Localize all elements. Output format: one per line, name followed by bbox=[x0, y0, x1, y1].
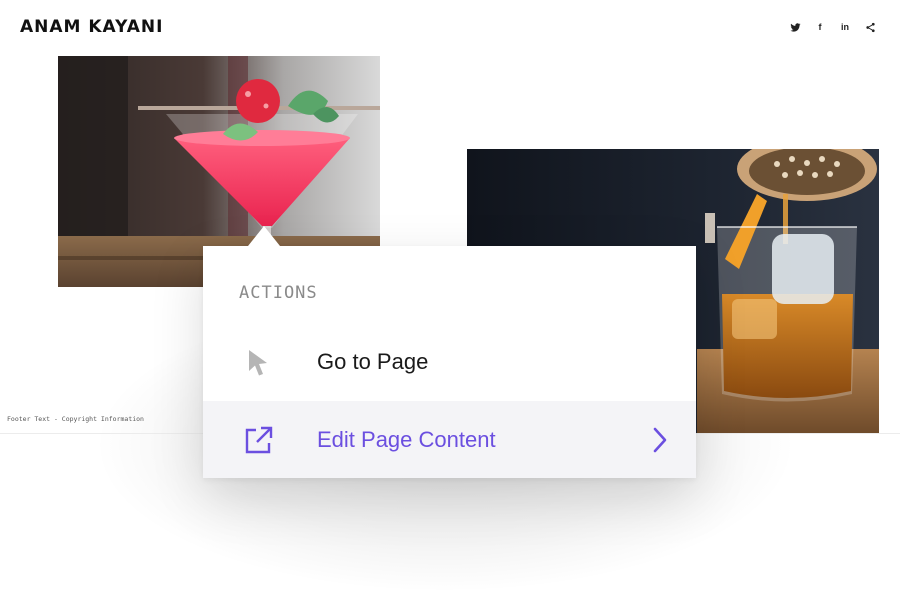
external-link-icon bbox=[245, 426, 273, 454]
share-icon[interactable] bbox=[864, 21, 876, 33]
popover-caret bbox=[248, 226, 280, 246]
facebook-icon[interactable]: f bbox=[814, 21, 826, 33]
chevron-right-icon bbox=[653, 427, 667, 453]
twitter-icon[interactable] bbox=[789, 21, 801, 33]
cursor-arrow-icon bbox=[249, 350, 267, 376]
edit-page-content-action[interactable]: Edit Page Content bbox=[203, 401, 696, 478]
linkedin-icon[interactable]: in bbox=[839, 21, 851, 33]
footer-text: Footer Text - Copyright Information bbox=[7, 415, 144, 423]
go-to-page-label: Go to Page bbox=[317, 349, 429, 374]
go-to-page-action[interactable]: Go to Page bbox=[203, 323, 696, 400]
social-links: f in bbox=[789, 21, 876, 33]
edit-page-content-label: Edit Page Content bbox=[317, 427, 496, 452]
site-logo[interactable]: ANAM KAYANI bbox=[20, 17, 163, 37]
actions-popover: ACTIONS Go to Page Edit Page Content bbox=[203, 226, 696, 478]
actions-heading: ACTIONS bbox=[239, 283, 318, 303]
